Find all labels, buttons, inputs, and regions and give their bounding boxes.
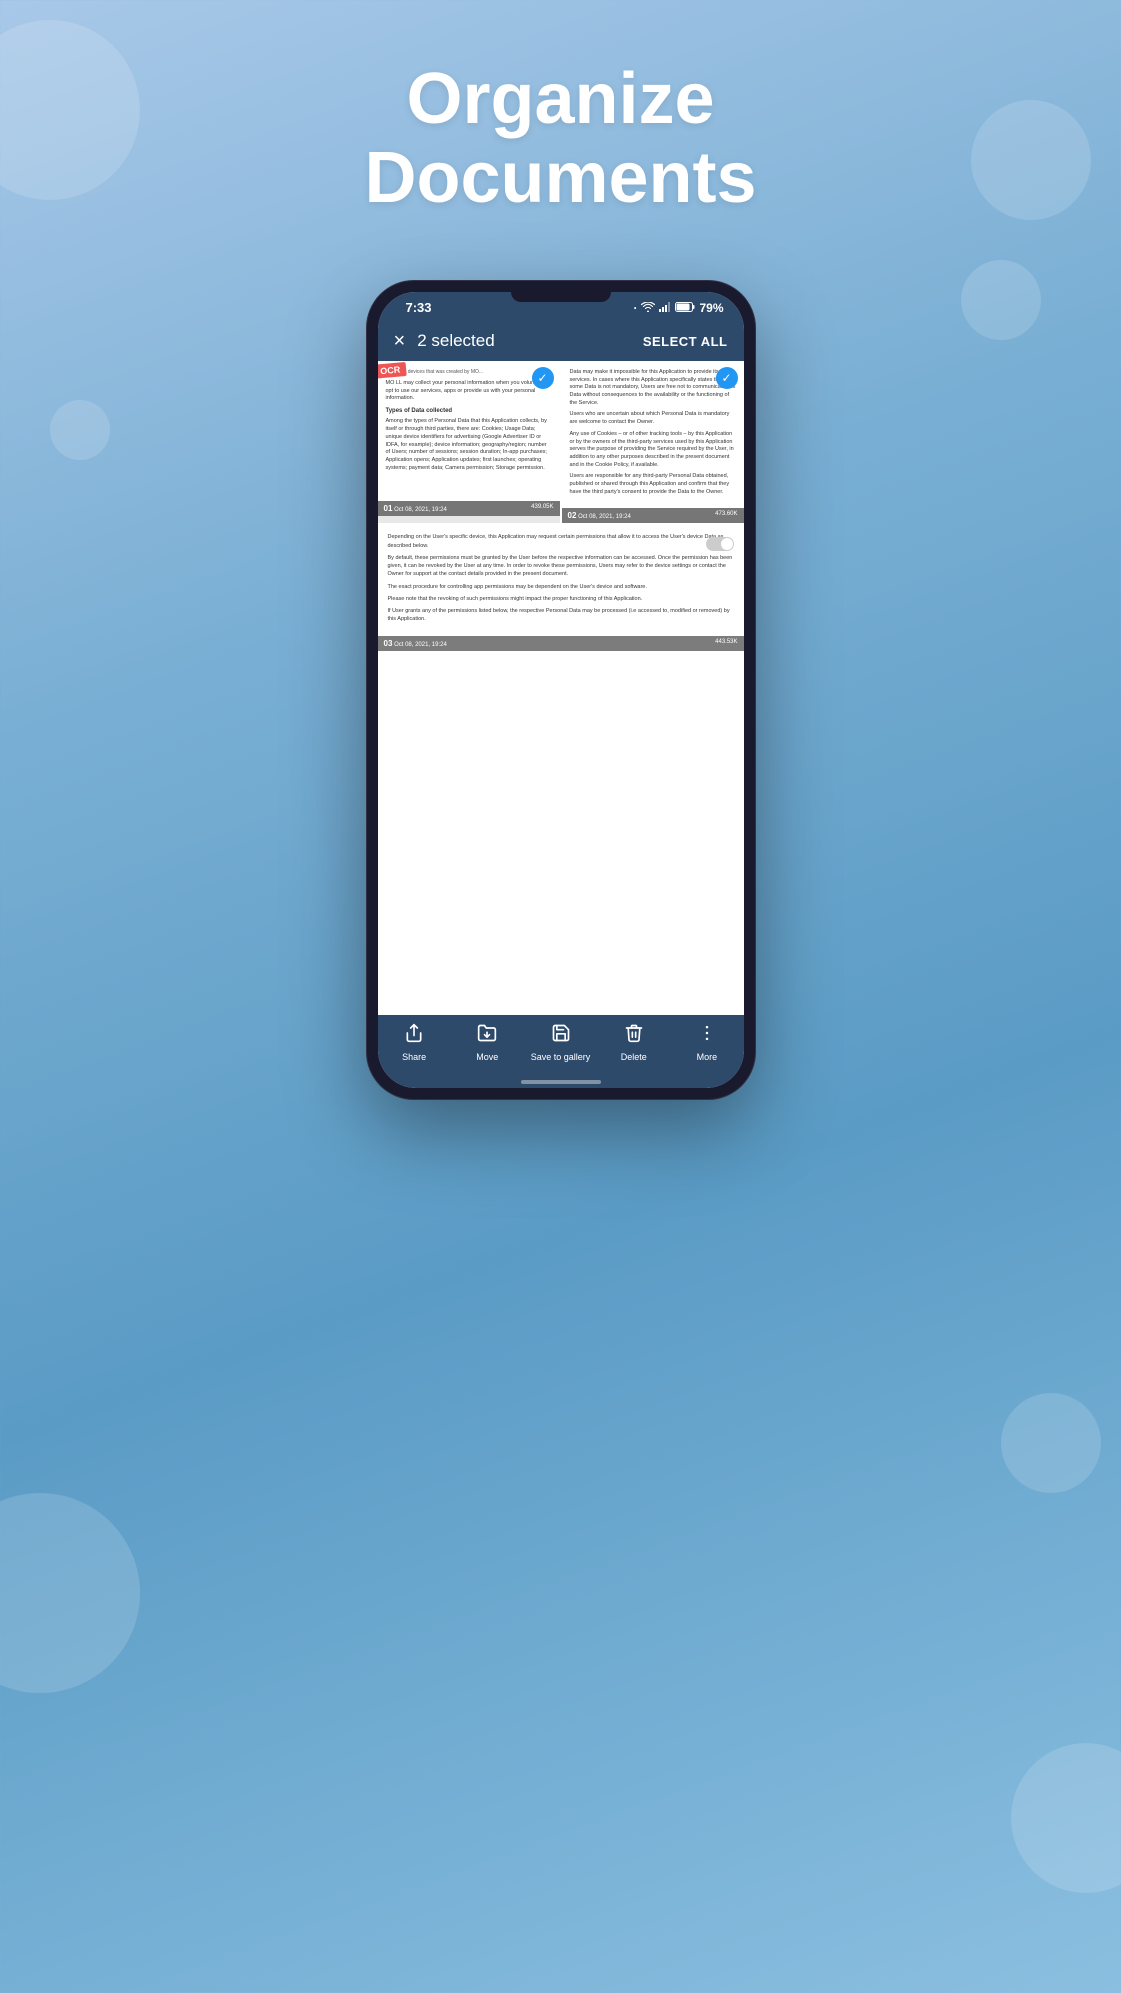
status-bar: 7:33 · [378, 292, 744, 321]
share-icon [404, 1023, 424, 1048]
document-item-01[interactable]: OCR ✓ ...android devices that was create… [378, 361, 560, 523]
share-button[interactable]: Share [378, 1023, 451, 1062]
delete-label: Delete [621, 1052, 647, 1062]
more-icon [697, 1023, 717, 1048]
save-gallery-label: Save to gallery [531, 1052, 591, 1062]
select-all-button[interactable]: SELECT ALL [643, 334, 728, 349]
doc-check-01[interactable]: ✓ [532, 367, 554, 389]
delete-icon [624, 1023, 644, 1048]
selected-count: 2 selected [417, 331, 495, 351]
bottom-action-bar: Share Move [378, 1015, 744, 1076]
doc-preview-03: Depending on the User's specific device,… [378, 525, 744, 635]
phone-mockup: 7:33 · [366, 280, 756, 1100]
save-gallery-icon [551, 1023, 571, 1048]
top-action-bar: × 2 selected SELECT ALL [378, 321, 744, 361]
doc-footer-03: 03 Oct 08, 2021, 19:24 443.53K [378, 636, 744, 651]
document-list: OCR ✓ ...android devices that was create… [378, 361, 744, 1015]
more-button[interactable]: More [670, 1023, 743, 1062]
battery-icon [675, 301, 695, 315]
status-time: 7:33 [406, 300, 432, 315]
move-label: Move [476, 1052, 498, 1062]
doc-check-02[interactable]: ✓ [716, 367, 738, 389]
save-gallery-button[interactable]: Save to gallery [524, 1023, 597, 1062]
delete-button[interactable]: Delete [597, 1023, 670, 1062]
share-label: Share [402, 1052, 426, 1062]
more-label: More [697, 1052, 718, 1062]
document-item-03[interactable]: Depending on the User's specific device,… [378, 525, 744, 650]
home-indicator [378, 1076, 744, 1088]
document-item-02[interactable]: ✓ Data may make it impossible for this A… [562, 361, 744, 523]
hero-title: Organize Documents [0, 0, 1121, 218]
signal-icon [659, 301, 671, 315]
toggle-03[interactable] [706, 537, 734, 551]
wifi-icon [641, 301, 655, 315]
close-button[interactable]: × [394, 331, 406, 351]
doc-footer-01: 01 Oct 08, 2021, 19:24 439.05K [378, 501, 560, 516]
move-button[interactable]: Move [451, 1023, 524, 1062]
move-icon [477, 1023, 497, 1048]
doc-footer-02: 02 Oct 08, 2021, 19:24 473.60K [562, 508, 744, 523]
battery-percent: 79% [699, 301, 723, 315]
ocr-badge: OCR [378, 362, 407, 379]
dot-indicator: · [633, 301, 637, 315]
